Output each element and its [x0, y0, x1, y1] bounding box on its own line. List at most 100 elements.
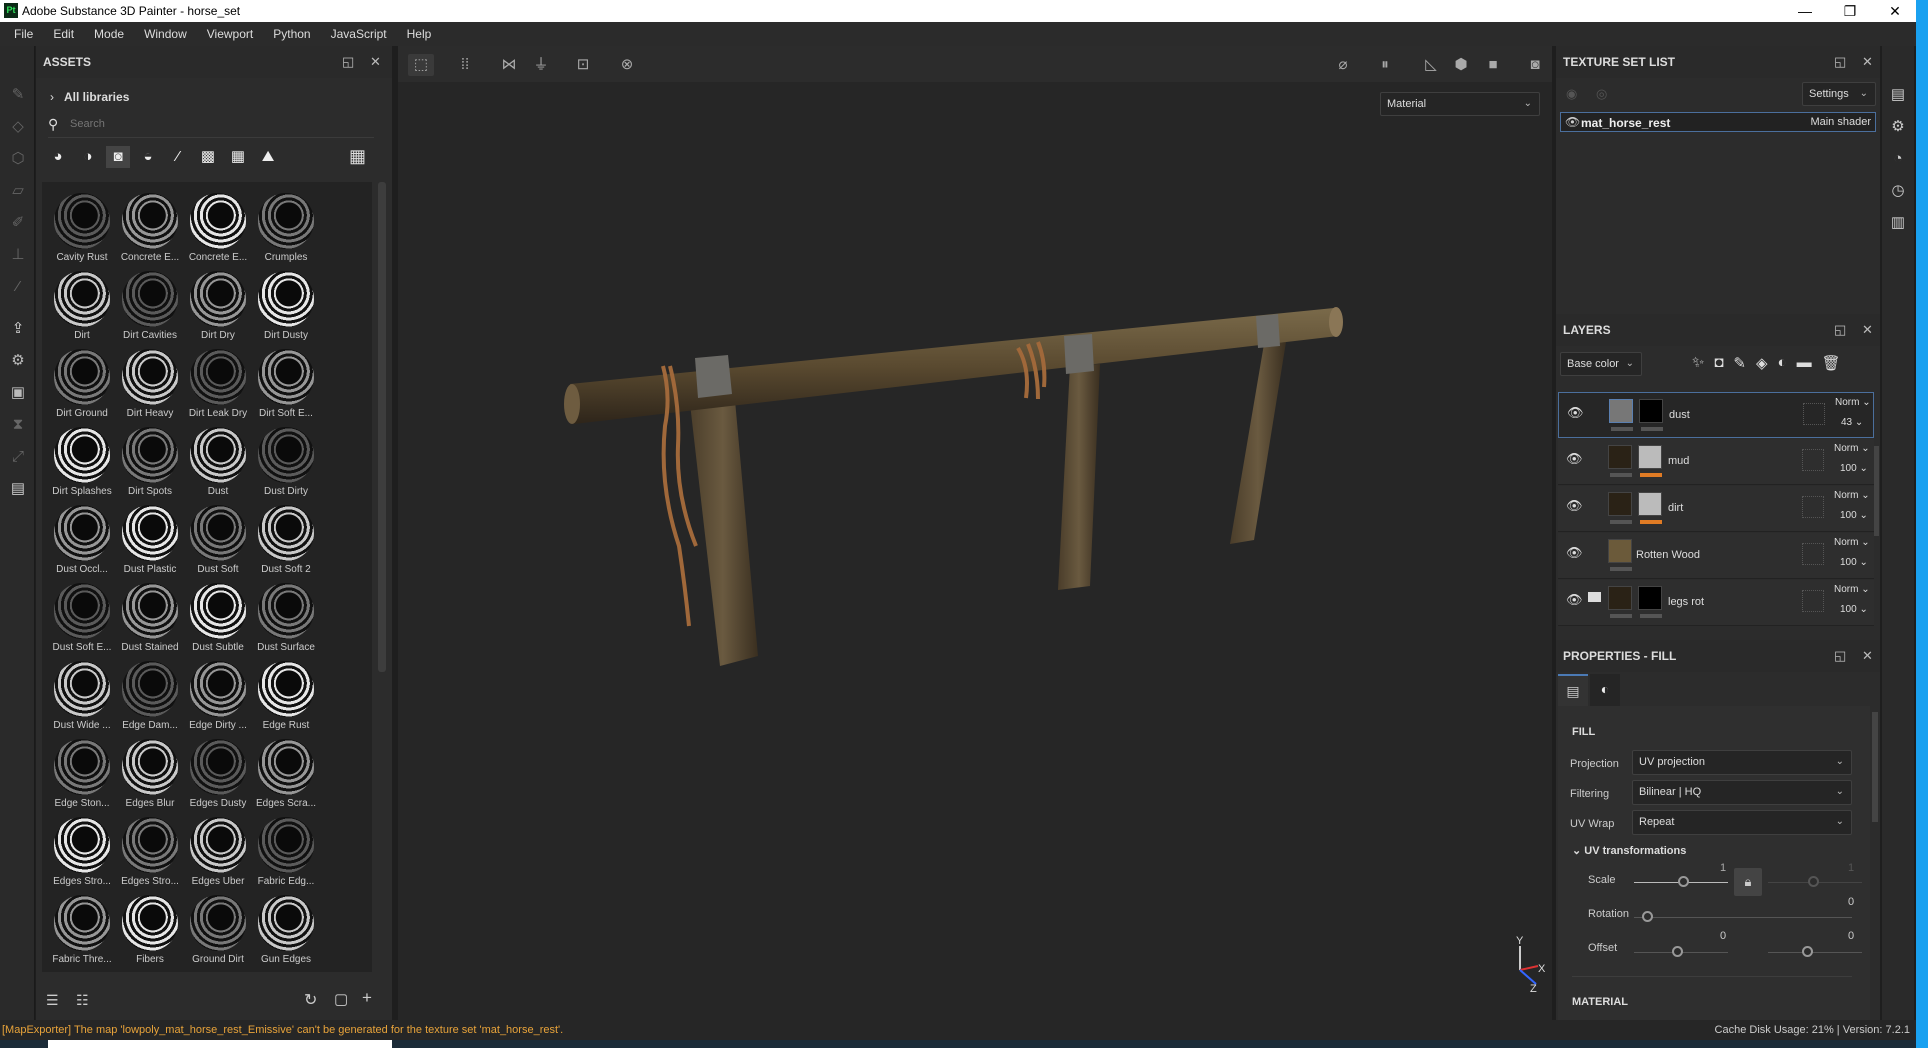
- asset-item[interactable]: Edge Dirty ...: [184, 658, 252, 736]
- lock-icon[interactable]: 🔒︎: [1734, 868, 1762, 896]
- paint-brush-icon[interactable]: ✎: [9, 86, 27, 104]
- camera-icon[interactable]: ■: [1480, 54, 1506, 76]
- menu-window[interactable]: Window: [144, 27, 187, 41]
- asset-item[interactable]: Fabric Edg...: [252, 814, 320, 892]
- asset-item[interactable]: Dirt Ground: [48, 346, 116, 424]
- asset-item[interactable]: [252, 970, 320, 972]
- asset-item[interactable]: Edge Rust: [252, 658, 320, 736]
- opacity-dropdown[interactable]: 100 ⌄: [1840, 604, 1868, 615]
- blend-mode-dropdown[interactable]: Norm ⌄: [1834, 443, 1870, 454]
- effects-slot[interactable]: [1802, 496, 1824, 518]
- shader-settings-icon[interactable]: ◔: [1889, 150, 1907, 168]
- layer-row[interactable]: 👁︎ dirt Norm ⌄ 100 ⌄: [1558, 486, 1874, 532]
- asset-item[interactable]: [184, 970, 252, 972]
- maximize-button[interactable]: ❐: [1830, 1, 1870, 21]
- scale-v-knob[interactable]: [1808, 876, 1819, 887]
- layer-name[interactable]: mud: [1668, 455, 1689, 467]
- smart-material-icon[interactable]: ◑: [76, 146, 100, 168]
- offset-v-slider[interactable]: [1768, 952, 1862, 953]
- layer-name[interactable]: legs rot: [1668, 596, 1704, 608]
- uv-transformations-toggle[interactable]: ⌄ UV transformations: [1572, 844, 1686, 857]
- link-icon[interactable]: ⤢: [9, 448, 27, 466]
- opacity-dropdown[interactable]: 43 ⌄: [1841, 417, 1863, 428]
- layer-name[interactable]: dirt: [1668, 502, 1683, 514]
- reset-camera-icon[interactable]: ⊗: [614, 54, 640, 76]
- environment-icon[interactable]: ⛰︎: [256, 146, 280, 168]
- eye-icon[interactable]: 👁︎: [1566, 498, 1583, 514]
- solo-icon[interactable]: ◎: [1596, 86, 1607, 102]
- menu-viewport[interactable]: Viewport: [207, 27, 253, 41]
- hide-icon[interactable]: ⌀: [1330, 54, 1356, 76]
- layer-name[interactable]: dust: [1669, 409, 1690, 421]
- eye-icon[interactable]: 👁︎: [1565, 115, 1580, 129]
- fill-thumbnail[interactable]: [1609, 399, 1633, 423]
- menu-javascript[interactable]: JavaScript: [331, 27, 387, 41]
- visibility-all-icon[interactable]: ◉: [1566, 86, 1577, 102]
- scale-u-knob[interactable]: [1678, 876, 1689, 887]
- effects-slot[interactable]: [1802, 543, 1824, 565]
- uvwrap-dropdown[interactable]: Repeat ⌄: [1632, 810, 1852, 835]
- add-paint-layer-icon[interactable]: ✎: [1733, 354, 1746, 372]
- texture-set-settings-icon[interactable]: ▤: [1889, 86, 1907, 104]
- asset-item[interactable]: Concrete E...: [184, 190, 252, 268]
- smart-mask-icon[interactable]: ◙: [106, 146, 130, 168]
- settings-icon[interactable]: ⚙: [9, 352, 27, 370]
- asset-item[interactable]: [48, 970, 116, 972]
- asset-item[interactable]: Edges Stro...: [116, 814, 184, 892]
- add-fill-layer-icon[interactable]: ◈: [1756, 354, 1768, 372]
- asset-item[interactable]: Edges Uber: [184, 814, 252, 892]
- close-panel-icon[interactable]: ✕: [1862, 648, 1873, 664]
- asset-item[interactable]: Dust Subtle: [184, 580, 252, 658]
- taskbar-item[interactable]: [48, 1040, 392, 1048]
- menu-help[interactable]: Help: [407, 27, 432, 41]
- asset-item[interactable]: Fabric Thre...: [48, 892, 116, 970]
- rotation-slider[interactable]: [1634, 917, 1852, 918]
- selection-mode-icon[interactable]: ⬚: [408, 54, 434, 76]
- filter-icon[interactable]: ◒: [136, 146, 160, 168]
- asset-item[interactable]: [116, 970, 184, 972]
- eye-icon[interactable]: 👁︎: [1566, 592, 1583, 608]
- undock-icon[interactable]: ◱: [342, 54, 354, 70]
- pause-icon[interactable]: ⏸: [1372, 54, 1398, 76]
- texture-set-item[interactable]: 👁︎ mat_horse_rest Main shader: [1560, 112, 1876, 132]
- undock-icon[interactable]: ◱: [1834, 648, 1846, 664]
- view-3d-icon[interactable]: ⬢: [1448, 54, 1474, 76]
- export-icon[interactable]: ⇪: [9, 320, 27, 338]
- asset-item[interactable]: Edges Scra...: [252, 736, 320, 814]
- asset-item[interactable]: Dust: [184, 424, 252, 502]
- asset-item[interactable]: Dirt Leak Dry: [184, 346, 252, 424]
- asset-item[interactable]: Cavity Rust: [48, 190, 116, 268]
- effects-slot[interactable]: [1803, 403, 1825, 425]
- history-icon[interactable]: ◷: [1889, 182, 1907, 200]
- color-picker-icon[interactable]: ⁄: [9, 278, 27, 296]
- asset-item[interactable]: Dust Surface: [252, 580, 320, 658]
- asset-item[interactable]: Dust Stained: [116, 580, 184, 658]
- bake-icon[interactable]: ▣: [9, 384, 27, 402]
- opacity-dropdown[interactable]: 100 ⌄: [1840, 463, 1868, 474]
- add-mask-icon[interactable]: ◘: [1714, 354, 1723, 372]
- layer-row[interactable]: 👁︎ legs rot Norm ⌄ 100 ⌄: [1558, 580, 1874, 626]
- filtering-dropdown[interactable]: Bilinear | HQ ⌄: [1632, 780, 1852, 805]
- eye-icon[interactable]: 👁︎: [1566, 451, 1583, 467]
- fill-thumbnail[interactable]: [1608, 492, 1632, 516]
- eraser-icon[interactable]: ◇: [9, 118, 27, 136]
- new-page-icon[interactable]: ▢: [334, 990, 348, 1008]
- asset-item[interactable]: Concrete E...: [116, 190, 184, 268]
- delete-icon[interactable]: 🗑︎: [1822, 354, 1841, 372]
- import-folder-icon[interactable]: ☷: [76, 992, 89, 1009]
- asset-item[interactable]: Dust Plastic: [116, 502, 184, 580]
- layer-scrollbar[interactable]: [1874, 446, 1879, 536]
- mask-thumbnail[interactable]: [1638, 445, 1662, 469]
- asset-item[interactable]: Dirt Spots: [116, 424, 184, 502]
- menu-mode[interactable]: Mode: [94, 27, 124, 41]
- opacity-dropdown[interactable]: 100 ⌄: [1840, 557, 1868, 568]
- blend-mode-dropdown[interactable]: Norm ⌄: [1834, 537, 1870, 548]
- asset-scrollbar[interactable]: [378, 182, 386, 672]
- search-input[interactable]: [70, 118, 212, 130]
- projection-icon[interactable]: ⬡: [9, 150, 27, 168]
- asset-item[interactable]: Fibers: [116, 892, 184, 970]
- asset-item[interactable]: Dust Occl...: [48, 502, 116, 580]
- blend-mode-dropdown[interactable]: Norm ⌄: [1834, 584, 1870, 595]
- display-settings-icon[interactable]: ⚙: [1889, 118, 1907, 136]
- undock-icon[interactable]: ◱: [1834, 54, 1846, 70]
